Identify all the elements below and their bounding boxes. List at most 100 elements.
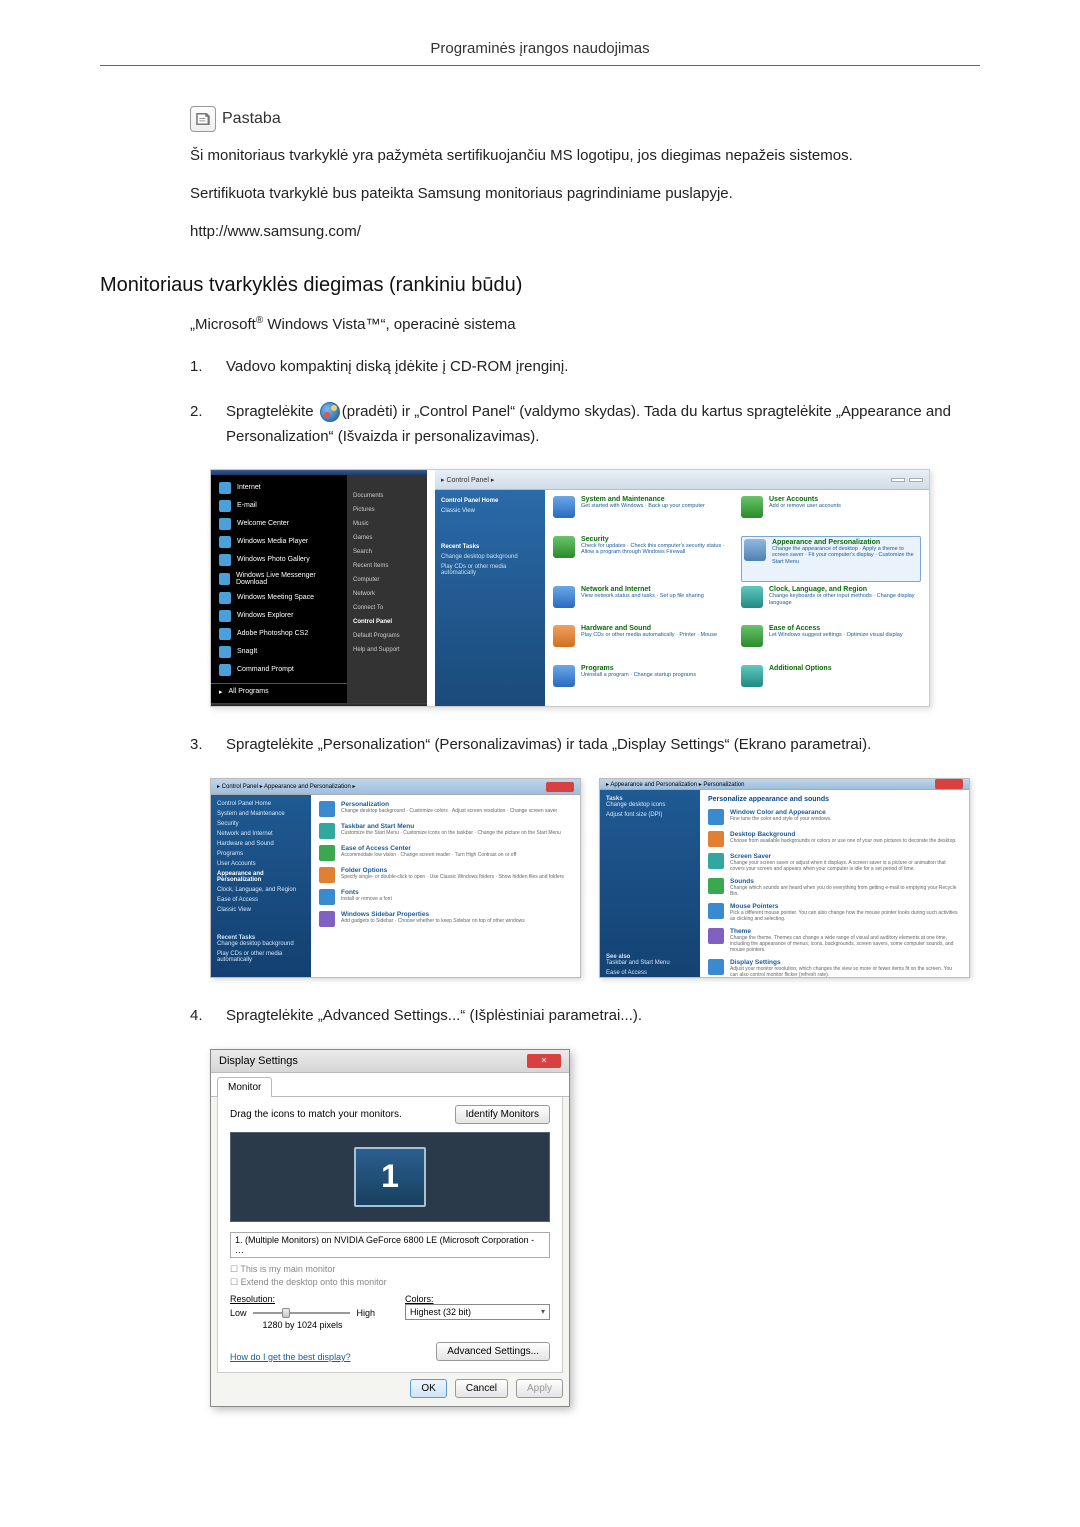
see-also-link[interactable]: Taskbar and Start Menu xyxy=(606,960,694,966)
start-place[interactable]: Network xyxy=(353,591,421,597)
cancel-button[interactable]: Cancel xyxy=(455,1379,508,1398)
side-link[interactable]: User Accounts xyxy=(217,861,305,867)
side-link-active[interactable]: Appearance and Personalization xyxy=(217,871,305,883)
cp-cat-system[interactable]: System and MaintenanceGet started with W… xyxy=(553,496,733,531)
start-place[interactable]: Recent Items xyxy=(353,563,421,569)
side-link[interactable]: Hardware and Sound xyxy=(217,841,305,847)
start-place[interactable]: Help and Support xyxy=(353,647,421,653)
item-screen-saver[interactable]: Screen SaverChange your screen saver or … xyxy=(708,853,961,872)
cp-cat-hardware[interactable]: Hardware and SoundPlay CDs or other medi… xyxy=(553,625,733,660)
see-also-link[interactable]: Play CDs or other media automatically xyxy=(217,951,305,963)
cp-side-classic[interactable]: Classic View xyxy=(441,508,539,514)
cp-cat-network[interactable]: Network and InternetView network status … xyxy=(553,586,733,621)
start-item[interactable]: Windows Meeting Space xyxy=(211,589,347,607)
side-link[interactable]: Programs xyxy=(217,851,305,857)
start-item[interactable]: Windows Media Player xyxy=(211,533,347,551)
start-item[interactable]: Welcome Center xyxy=(211,515,347,533)
start-item[interactable]: E-mail xyxy=(211,497,347,515)
dialog-title-text: Display Settings xyxy=(219,1055,298,1067)
slider-low-label: Low xyxy=(230,1308,247,1318)
start-place[interactable]: Music xyxy=(353,521,421,527)
note-block: Pastaba Ši monitoriaus tvarkyklė yra paž… xyxy=(190,106,980,244)
advanced-settings-button[interactable]: Advanced Settings... xyxy=(436,1342,550,1361)
start-item[interactable]: Windows Explorer xyxy=(211,607,347,625)
cp-address-bar[interactable]: ▸ Control Panel ▸ xyxy=(435,470,929,490)
colors-select[interactable]: Highest (32 bit) xyxy=(405,1304,550,1320)
monitor-select[interactable]: 1. (Multiple Monitors) on NVIDIA GeForce… xyxy=(230,1232,550,1258)
task-link[interactable]: Adjust font size (DPI) xyxy=(606,812,694,818)
slider-high-label: High xyxy=(356,1308,375,1318)
step-2: 2. Spragtelėkite (pradėti) ir „Control P… xyxy=(190,400,980,450)
start-place[interactable]: Connect To xyxy=(353,605,421,611)
see-also-link[interactable]: Change desktop background xyxy=(217,941,305,947)
page-header-title: Programinės įrangos naudojimas xyxy=(100,40,980,66)
side-link[interactable]: Security xyxy=(217,821,305,827)
step-4-number: 4. xyxy=(190,1004,208,1029)
monitor-preview-area[interactable]: 1 xyxy=(230,1132,550,1222)
start-place[interactable]: Documents xyxy=(353,493,421,499)
cp-cat-additional[interactable]: Additional Options xyxy=(741,665,921,700)
start-place[interactable]: Default Programs xyxy=(353,633,421,639)
appearance-window: ▸ Control Panel ▸ Appearance and Persona… xyxy=(210,778,581,978)
item-folder[interactable]: Folder OptionsSpecify single- or double-… xyxy=(319,867,572,883)
help-link[interactable]: How do I get the best display? xyxy=(230,1352,351,1362)
cp-cat-programs[interactable]: ProgramsUninstall a program · Change sta… xyxy=(553,665,733,700)
pers-heading: Personalize appearance and sounds xyxy=(708,796,961,803)
cp-cat-appearance[interactable]: Appearance and PersonalizationChange the… xyxy=(741,536,921,582)
window-titlebar: ▸ Appearance and Personalization ▸ Perso… xyxy=(600,779,969,790)
personalization-sidebar: Tasks Change desktop icons Adjust font s… xyxy=(600,790,700,978)
cp-recent-task[interactable]: Play CDs or other media automatically xyxy=(441,564,539,576)
item-display-settings[interactable]: Display SettingsAdjust your monitor reso… xyxy=(708,959,961,978)
close-icon[interactable] xyxy=(546,782,574,792)
start-place[interactable]: Search xyxy=(353,549,421,555)
side-link[interactable]: Ease of Access xyxy=(217,897,305,903)
see-also-link[interactable]: Ease of Access xyxy=(606,970,694,976)
start-item[interactable]: Windows Live Messenger Download xyxy=(211,569,347,589)
identify-monitors-button[interactable]: Identify Monitors xyxy=(455,1105,550,1124)
item-sounds[interactable]: SoundsChange which sounds are heard when… xyxy=(708,878,961,897)
resolution-slider[interactable]: Low High xyxy=(230,1308,375,1318)
side-link[interactable]: Classic View xyxy=(217,907,305,913)
task-link[interactable]: Change desktop icons xyxy=(606,802,694,808)
note-paragraph-1: Ši monitoriaus tvarkyklė yra pažymėta se… xyxy=(190,144,980,168)
cp-categories: System and MaintenanceGet started with W… xyxy=(545,490,929,706)
tab-monitor[interactable]: Monitor xyxy=(217,1077,272,1097)
start-item[interactable]: Adobe Photoshop CS2 xyxy=(211,625,347,643)
side-link[interactable]: Control Panel Home xyxy=(217,801,305,807)
start-place[interactable]: Computer xyxy=(353,577,421,583)
item-fonts[interactable]: FontsInstall or remove a font xyxy=(319,889,572,905)
item-mouse[interactable]: Mouse PointersPick a different mouse poi… xyxy=(708,903,961,922)
close-icon[interactable]: ✕ xyxy=(527,1054,561,1068)
item-ease[interactable]: Ease of Access CenterAccommodate low vis… xyxy=(319,845,572,861)
cp-cat-ease[interactable]: Ease of AccessLet Windows suggest settin… xyxy=(741,625,921,660)
cp-cat-clock[interactable]: Clock, Language, and RegionChange keyboa… xyxy=(741,586,921,621)
start-item[interactable]: SnagIt xyxy=(211,643,347,661)
start-menu-places: Documents Pictures Music Games Search Re… xyxy=(347,475,427,703)
cp-side-home[interactable]: Control Panel Home xyxy=(441,498,539,504)
start-place[interactable]: Pictures xyxy=(353,507,421,513)
personalization-main: Personalize appearance and sounds Window… xyxy=(700,790,969,978)
start-item[interactable]: Command Prompt xyxy=(211,661,347,679)
start-place-control-panel[interactable]: Control Panel xyxy=(353,619,421,625)
extend-desktop-checkbox: ☐ Extend the desktop onto this monitor xyxy=(230,1277,550,1288)
side-link[interactable]: System and Maintenance xyxy=(217,811,305,817)
item-sidebar[interactable]: Windows Sidebar PropertiesAdd gadgets to… xyxy=(319,911,572,927)
item-window-color[interactable]: Window Color and AppearanceFine tune the… xyxy=(708,809,961,825)
start-item[interactable]: Internet xyxy=(211,479,347,497)
item-theme[interactable]: ThemeChange the theme. Themes can change… xyxy=(708,928,961,953)
side-link[interactable]: Network and Internet xyxy=(217,831,305,837)
ok-button[interactable]: OK xyxy=(410,1379,446,1398)
cp-cat-security[interactable]: SecurityCheck for updates · Check this c… xyxy=(553,536,733,582)
item-taskbar[interactable]: Taskbar and Start MenuCustomize the Star… xyxy=(319,823,572,839)
start-item[interactable]: Windows Photo Gallery xyxy=(211,551,347,569)
monitor-1-icon[interactable]: 1 xyxy=(354,1147,426,1207)
cp-cat-users[interactable]: User AccountsAdd or remove user accounts xyxy=(741,496,921,531)
close-icon[interactable] xyxy=(935,779,963,789)
start-place[interactable]: Games xyxy=(353,535,421,541)
all-programs[interactable]: ▸All Programs xyxy=(211,683,347,699)
item-personalization[interactable]: PersonalizationChange desktop background… xyxy=(319,801,572,817)
start-menu-programs: Internet E-mail Welcome Center Windows M… xyxy=(211,475,347,703)
side-link[interactable]: Clock, Language, and Region xyxy=(217,887,305,893)
cp-recent-task[interactable]: Change desktop background xyxy=(441,554,539,560)
item-desktop-bg[interactable]: Desktop BackgroundChoose from available … xyxy=(708,831,961,847)
